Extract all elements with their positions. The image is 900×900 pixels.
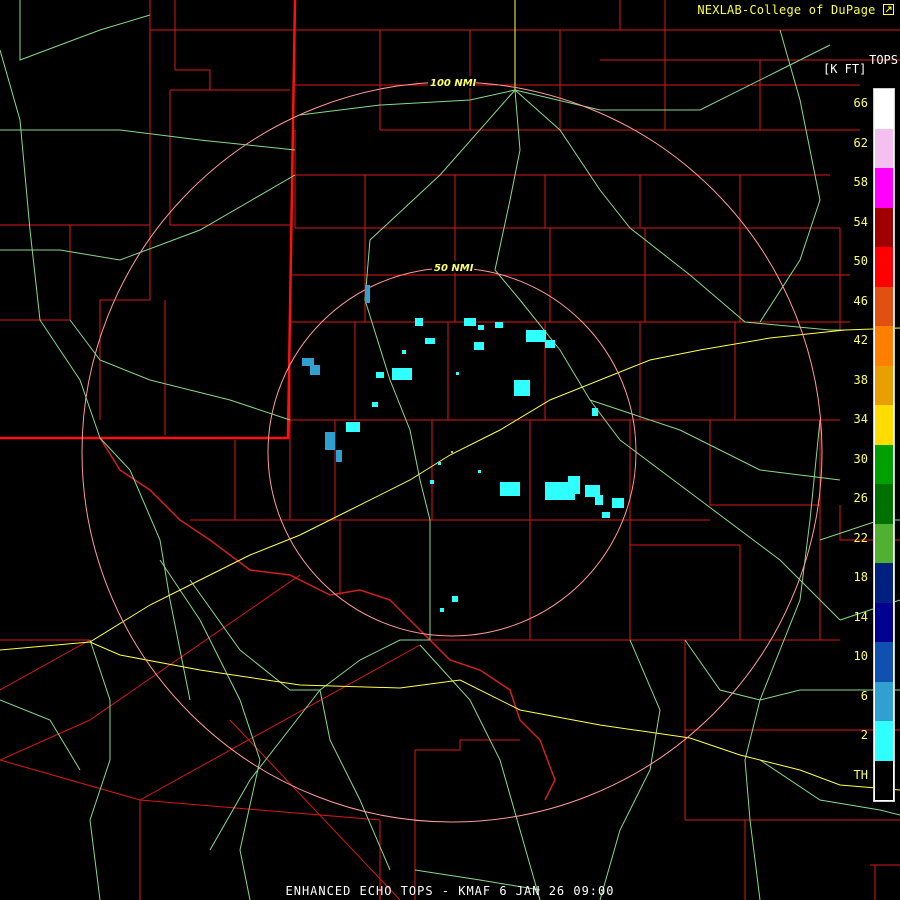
expand-arrow-icon[interactable] bbox=[883, 4, 894, 15]
legend-label: 18 bbox=[853, 570, 868, 584]
legend-label: 34 bbox=[853, 412, 868, 426]
legend-swatch bbox=[875, 484, 893, 524]
credit-banner[interactable]: NEXLAB-College of DuPage bbox=[697, 3, 894, 17]
legend-swatch bbox=[875, 563, 893, 603]
state-boundary bbox=[0, 0, 297, 440]
legend-swatch bbox=[875, 642, 893, 682]
legend-label: 42 bbox=[853, 333, 868, 347]
product-title: ENHANCED ECHO TOPS - KMAF 6 JAN 26 09:00 bbox=[285, 884, 615, 898]
legend-label: 30 bbox=[853, 451, 868, 466]
legend-label: TH bbox=[853, 767, 868, 782]
legend-swatch bbox=[875, 444, 893, 484]
river-boundary bbox=[99, 437, 556, 801]
radar-map: 100 NMI 50 NMI bbox=[0, 0, 900, 900]
legend-label: 22 bbox=[853, 530, 868, 545]
legend-color-bar bbox=[873, 88, 895, 802]
radar-site bbox=[451, 451, 453, 453]
legend-swatch bbox=[875, 128, 893, 168]
legend-title-line2: [K FT] bbox=[823, 62, 867, 76]
legend-swatch bbox=[875, 602, 893, 642]
legend-label: 46 bbox=[853, 293, 868, 308]
credit-text: NEXLAB-College of DuPage bbox=[697, 3, 876, 17]
inner-ring-label: 50 NMI bbox=[434, 263, 474, 274]
legend-label: 54 bbox=[853, 214, 868, 229]
county-lines bbox=[0, 0, 900, 900]
legend-swatch bbox=[875, 405, 893, 445]
legend-swatch bbox=[875, 207, 893, 247]
interstate-highways bbox=[0, 0, 900, 791]
legend-label: 66 bbox=[853, 96, 868, 110]
legend-label: 50 bbox=[853, 254, 868, 268]
legend-label: 14 bbox=[853, 609, 868, 624]
legend-label: 26 bbox=[853, 491, 868, 505]
legend-swatch bbox=[875, 523, 893, 563]
legend-label: 62 bbox=[853, 135, 868, 150]
highways bbox=[0, 0, 900, 900]
legend-label: 10 bbox=[853, 649, 868, 663]
legend-label: 38 bbox=[853, 372, 868, 387]
legend-swatch bbox=[875, 365, 893, 405]
legend-label: 2 bbox=[860, 728, 868, 742]
legend-label: 58 bbox=[853, 175, 868, 189]
legend-swatch bbox=[875, 760, 893, 800]
legend-swatch bbox=[875, 247, 893, 287]
legend-units: [K FT] bbox=[823, 63, 866, 76]
legend-swatch bbox=[875, 326, 893, 366]
legend-swatch bbox=[875, 681, 893, 721]
outer-ring-label: 100 NMI bbox=[430, 78, 477, 89]
legend-label: 6 bbox=[860, 688, 868, 703]
legend-swatch bbox=[875, 89, 893, 129]
legend-swatch bbox=[875, 286, 893, 326]
legend-swatch bbox=[875, 168, 893, 208]
legend-swatch bbox=[875, 721, 893, 761]
